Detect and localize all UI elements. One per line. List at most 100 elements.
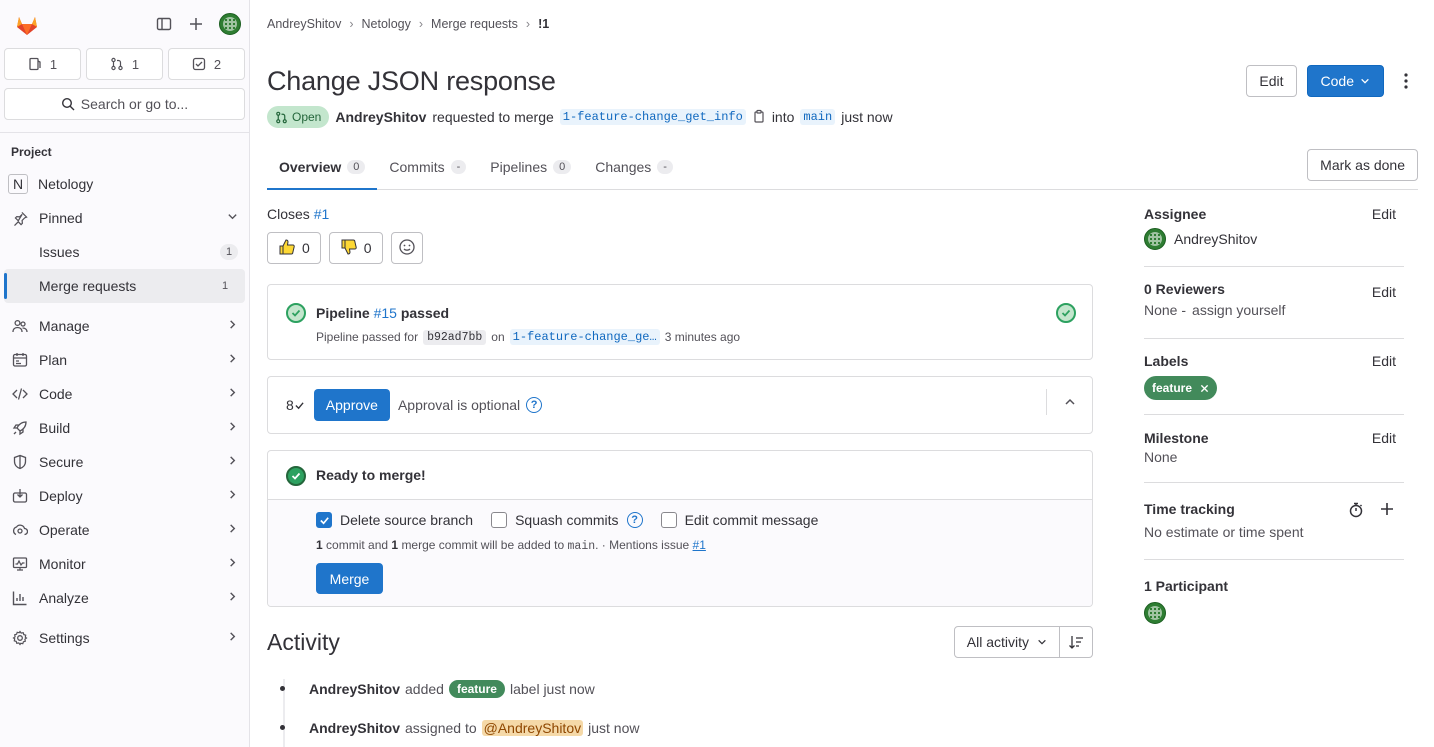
breadcrumb-project[interactable]: Netology: [362, 17, 411, 31]
assignee-edit-button[interactable]: Edit: [1372, 206, 1396, 222]
mentioned-issue-link[interactable]: #1: [693, 538, 706, 552]
sort-direction-icon[interactable]: [1060, 626, 1093, 658]
edit-commit-message-option[interactable]: Edit commit message: [660, 512, 818, 528]
help-icon[interactable]: ?: [526, 397, 543, 413]
edit-commit-message-checkbox[interactable]: [660, 512, 677, 528]
breadcrumb-separator: ›: [349, 17, 354, 31]
event-label-chip[interactable]: feature: [448, 679, 505, 698]
delete-source-branch-checkbox[interactable]: [316, 512, 332, 528]
tab-pipelines[interactable]: Pipelines 0: [478, 145, 583, 189]
close-icon[interactable]: [1200, 384, 1209, 393]
more-actions-icon[interactable]: [1394, 73, 1418, 89]
sidebar-item-pinned[interactable]: Pinned: [0, 201, 249, 235]
thumbs-up-button[interactable]: 0: [267, 232, 321, 264]
event-user[interactable]: AndreyShitov: [309, 720, 400, 736]
sidebar-item-secure[interactable]: Secure: [0, 445, 249, 479]
search-button[interactable]: Search or go to...: [4, 88, 245, 120]
sidebar-toggle-icon[interactable]: [155, 15, 173, 33]
squash-commits-option[interactable]: Squash commits ?: [491, 512, 643, 528]
user-avatar[interactable]: [219, 13, 241, 35]
collapse-icon[interactable]: [1046, 389, 1092, 415]
activity-filter-dropdown[interactable]: All activity: [953, 626, 1060, 658]
gitlab-logo-icon[interactable]: [14, 11, 40, 37]
closes-issue-link[interactable]: #1: [314, 206, 330, 222]
sidebar-item-label: Merge requests: [39, 278, 137, 294]
pipeline-link[interactable]: #15: [374, 305, 397, 321]
sidebar-item-project[interactable]: N Netology: [0, 167, 249, 201]
sidebar-item-plan[interactable]: Plan: [0, 343, 249, 377]
reviewers-edit-button[interactable]: Edit: [1372, 284, 1396, 300]
merge-checkboxes: Delete source branch Squash commits ? Ed…: [316, 512, 1092, 528]
commit-sha[interactable]: b92ad7bb: [423, 329, 487, 345]
labels-edit-button[interactable]: Edit: [1372, 353, 1396, 369]
activity-controls: All activity: [953, 626, 1093, 658]
add-reaction-button[interactable]: [390, 232, 423, 264]
tab-label: Changes: [595, 159, 652, 175]
sidebar-item-issues[interactable]: Issues 1: [0, 235, 249, 269]
create-new-icon[interactable]: [187, 15, 205, 33]
sidebar-item-build[interactable]: Build: [0, 411, 249, 445]
breadcrumb-current[interactable]: !1: [538, 17, 549, 31]
milestone-edit-button[interactable]: Edit: [1372, 430, 1396, 446]
stopwatch-icon[interactable]: [1348, 502, 1364, 521]
activity-timeline: AndreyShitov added feature label just no…: [267, 669, 1093, 747]
pipeline-widget: Pipeline #15 passed Pipeline passed for …: [267, 284, 1093, 360]
merge-requests-button[interactable]: 1: [86, 48, 163, 80]
add-time-icon[interactable]: [1380, 502, 1394, 519]
author-link[interactable]: AndreyShitov: [335, 109, 426, 125]
sidebar-item-deploy[interactable]: Deploy: [0, 479, 249, 513]
mini-pipeline-status-icon[interactable]: [1056, 303, 1076, 323]
sidebar-item-settings[interactable]: Settings: [0, 621, 249, 655]
assignee-avatar[interactable]: [1144, 228, 1166, 250]
mr-tabs: Overview 0 Commits - Pipelines 0 Changes…: [267, 146, 1418, 190]
source-branch[interactable]: 1-feature-change_get_info: [559, 109, 746, 125]
mark-as-done-button[interactable]: Mark as done: [1307, 149, 1418, 181]
sidebar-item-manage[interactable]: Manage: [0, 309, 249, 343]
copy-icon[interactable]: [752, 109, 766, 126]
code-dropdown-button[interactable]: Code: [1306, 65, 1384, 97]
thumbs-down-button[interactable]: 0: [328, 232, 383, 264]
pipeline-passed-text: Pipeline passed for: [316, 330, 419, 344]
edit-button[interactable]: Edit: [1246, 65, 1297, 97]
participant-avatar[interactable]: [1144, 602, 1166, 624]
target-branch[interactable]: main: [800, 109, 836, 125]
sidebar-item-code[interactable]: Code: [0, 377, 249, 411]
chevron-right-icon: [227, 353, 238, 367]
users-icon: [11, 317, 29, 335]
pin-icon: [11, 209, 29, 227]
assigned-issues-button[interactable]: 1: [4, 48, 81, 80]
tab-overview[interactable]: Overview 0: [267, 145, 378, 190]
pipeline-branch[interactable]: 1-feature-change_ge…: [509, 329, 660, 345]
participants-section: 1 Participant: [1144, 560, 1404, 627]
mr-meta: Open AndreyShitov requested to merge 1-f…: [267, 106, 893, 128]
merge-requests-count: 1: [131, 56, 140, 72]
breadcrumb-separator: ›: [418, 17, 424, 31]
chart-icon: [11, 589, 29, 607]
checkbox-label: Delete source branch: [340, 512, 474, 528]
chevron-right-icon: [227, 421, 238, 435]
tab-commits[interactable]: Commits -: [377, 145, 478, 189]
status-label: Open: [292, 110, 322, 124]
tab-changes[interactable]: Changes -: [583, 145, 685, 189]
sidebar-item-monitor[interactable]: Monitor: [0, 547, 249, 581]
sidebar-item-analyze[interactable]: Analyze: [0, 581, 249, 615]
labels-heading: Labels: [1144, 353, 1189, 369]
approve-button[interactable]: Approve: [313, 389, 390, 421]
breadcrumb-user[interactable]: AndreyShitov: [267, 17, 341, 31]
assignee-name[interactable]: AndreyShitov: [1174, 231, 1257, 247]
sidebar-item-merge-requests[interactable]: Merge requests 1: [4, 269, 245, 303]
delete-source-branch-option[interactable]: Delete source branch: [316, 512, 473, 528]
merge-request-icon: [111, 57, 123, 71]
breadcrumb-merge-requests[interactable]: Merge requests: [431, 17, 518, 31]
event-mention[interactable]: @AndreyShitov: [481, 719, 584, 736]
help-icon[interactable]: ?: [626, 512, 643, 528]
todos-button[interactable]: 2: [168, 48, 245, 80]
squash-commits-checkbox[interactable]: [491, 512, 508, 528]
sidebar-item-operate[interactable]: Operate: [0, 513, 249, 547]
chevron-right-icon: [227, 489, 238, 503]
event-user[interactable]: AndreyShitov: [309, 681, 400, 697]
label-chip[interactable]: feature: [1144, 376, 1218, 400]
assign-yourself-link[interactable]: assign yourself: [1192, 302, 1285, 318]
merge-button[interactable]: Merge: [316, 563, 383, 594]
status-success-icon: [286, 466, 306, 486]
